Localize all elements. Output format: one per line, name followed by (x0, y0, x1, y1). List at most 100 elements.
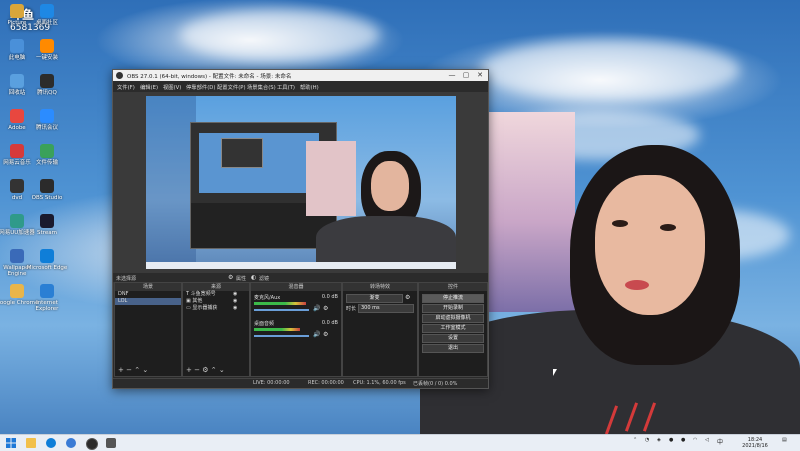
no-source-label: 未选择源 (116, 276, 137, 282)
remove-icon[interactable]: − (126, 366, 132, 374)
start-recording-button[interactable]: 开始录制 (422, 304, 484, 313)
obs-titlebar[interactable]: OBS 27.0.1 (64-bit, windows) - 配置文件: 未命名… (113, 70, 488, 81)
source-controls: + − ⚙ ⌃ ⌄ (186, 366, 225, 374)
notification-icon[interactable]: ▤ (782, 437, 787, 443)
duration-label: 时长 (346, 306, 357, 312)
app-icon (40, 284, 54, 298)
network-icon[interactable]: ◔ (645, 437, 649, 443)
menu-help[interactable]: 帮助(H) (300, 83, 319, 91)
menu-scene-collection[interactable]: 场景集合(S) (247, 83, 276, 91)
chevron-up-icon[interactable]: ⌃ (134, 366, 140, 374)
app-icon (10, 74, 24, 88)
obs-taskbar-icon[interactable] (86, 438, 98, 450)
desktop-icon[interactable]: Stream (25, 214, 69, 236)
gear-icon[interactable]: ⚙ (323, 305, 328, 312)
properties-button[interactable]: 属性 (236, 275, 246, 282)
chevron-down-icon[interactable]: ⌄ (142, 366, 148, 374)
add-icon[interactable]: + (118, 366, 124, 374)
obs-window[interactable]: OBS 27.0.1 (64-bit, windows) - 配置文件: 未命名… (112, 69, 489, 389)
source-toolbar: 未选择源 ⚙ 属性 ◐ 滤镜 (113, 273, 488, 282)
desktop-audio-meter (254, 328, 301, 331)
app-icon[interactable] (66, 438, 76, 448)
app-icon (10, 284, 24, 298)
menu-tools[interactable]: 工具(T) (277, 83, 295, 91)
speaker-icon[interactable]: 🔊 (313, 305, 320, 312)
source-item[interactable]: ▭ 显示器捕获 ◉ (183, 305, 249, 312)
desktop-icon[interactable]: 桌面社区 (25, 4, 69, 26)
app-icon (40, 249, 54, 263)
maximize-button[interactable]: ▢ (460, 71, 472, 79)
settings-button[interactable]: 设置 (422, 334, 484, 343)
app-tray-icon[interactable]: ● (681, 437, 685, 443)
wifi-icon[interactable]: ◠ (693, 437, 697, 443)
menu-profile[interactable]: 配置文件(P) (217, 83, 246, 91)
source-item[interactable]: ▣ 其他 ◉ (183, 298, 249, 305)
desktop-audio-db: 0.0 dB (321, 320, 338, 326)
clock[interactable]: 18:24 2021/8/16 (735, 437, 775, 449)
filters-button[interactable]: 滤镜 (259, 275, 269, 282)
mouse-cursor (553, 369, 557, 376)
menu-docks[interactable]: 停靠部件(D) (186, 83, 215, 91)
scene-item-selected[interactable]: LOL (115, 298, 181, 305)
gear-icon[interactable]: ⚙ (405, 294, 410, 301)
scenes-dock: 场景 DNF LOL + − ⌃ ⌄ (114, 282, 182, 377)
remove-icon[interactable]: − (194, 366, 200, 374)
filter-icon[interactable]: ◐ (251, 274, 256, 281)
desktop-icon[interactable]: 一键安装 (25, 39, 69, 61)
sources-dock: 来源 T 斗鱼宽频号 ◉ ▣ 其他 ◉ ▭ 显示器捕获 ◉ + − ⚙ ⌃ ⌄ (182, 282, 250, 377)
eye-icon[interactable]: ◉ (233, 305, 237, 312)
desktop-icon[interactable]: 腾讯QQ (25, 74, 69, 96)
scene-item[interactable]: DNF (115, 291, 181, 298)
gear-icon[interactable]: ⚙ (323, 331, 328, 338)
chevron-down-icon[interactable]: ⌄ (219, 366, 225, 374)
close-button[interactable]: ✕ (474, 71, 486, 79)
desktop-icon[interactable]: 腾讯会议 (25, 109, 69, 131)
studio-mode-button[interactable]: 工作室模式 (422, 324, 484, 333)
file-explorer-icon[interactable] (26, 438, 36, 448)
rec-status: REC: 00:00:00 (308, 380, 344, 386)
obs-title: OBS 27.0.1 (64-bit, windows) - 配置文件: 未命名… (127, 74, 292, 80)
virtual-camera-button[interactable]: 启动虚拟摄像机 (422, 314, 484, 323)
desktop-audio-label: 桌面音频 (254, 321, 275, 327)
eye-icon[interactable]: ◉ (233, 298, 237, 305)
duration-input[interactable]: 300 ms (358, 304, 414, 313)
eye-icon[interactable]: ◉ (233, 291, 237, 298)
app-tray-icon[interactable]: ● (669, 437, 673, 443)
edge-icon[interactable] (46, 438, 56, 448)
chevron-up-icon[interactable]: ⌃ (211, 366, 217, 374)
chevron-up-icon[interactable]: ⌃ (633, 437, 637, 443)
windows-start-icon[interactable] (6, 438, 16, 448)
app-icon (40, 39, 54, 53)
speaker-icon[interactable]: 🔊 (313, 331, 320, 338)
app-icon (40, 144, 54, 158)
app-icon (40, 4, 54, 18)
taskbar: ⌃ ◔ ◈ ● ● ◠ ◁ 中 18:24 2021/8/16 ▤ (0, 434, 800, 451)
exit-button[interactable]: 退出 (422, 344, 484, 353)
desktop-icon[interactable]: Internet Explorer (25, 284, 69, 312)
transition-select[interactable]: 渐变 (346, 294, 403, 303)
desktop-icon[interactable]: OBS Studio (25, 179, 69, 201)
desktop-icon[interactable]: 文件传输 (25, 144, 69, 166)
app-icon[interactable] (106, 438, 116, 448)
menu-edit[interactable]: 编辑(E) (140, 83, 158, 91)
source-item[interactable]: T 斗鱼宽频号 ◉ (183, 291, 249, 298)
volume-icon[interactable]: ◁ (705, 437, 709, 443)
add-icon[interactable]: + (186, 366, 192, 374)
desktop-icon-label: Adobe (8, 125, 26, 131)
desktop-volume-slider[interactable] (254, 335, 309, 337)
desktop-icon-label: 腾讯QQ (37, 90, 57, 96)
desktop-icon[interactable]: Microsoft Edge (25, 249, 69, 271)
desktop: 斗鱼 6581369 Picture桌面社区此电脑一键安装回收站腾讯QQAdob… (0, 0, 800, 434)
controls-header: 控件 (419, 283, 487, 291)
menu-file[interactable]: 文件(F) (117, 83, 135, 91)
app-icon (10, 144, 24, 158)
gear-icon[interactable]: ⚙ (228, 274, 233, 281)
mic-volume-slider[interactable] (254, 309, 309, 311)
menu-view[interactable]: 视图(V) (163, 83, 181, 91)
minimize-button[interactable]: — (446, 71, 458, 79)
gear-icon[interactable]: ⚙ (202, 366, 208, 374)
ime-indicator[interactable]: 中 (717, 437, 723, 446)
security-icon[interactable]: ◈ (657, 437, 661, 443)
dropped-frames: 已丢帧(0 / 0) 0.0% (413, 381, 458, 387)
stop-streaming-button[interactable]: 停止推流 (422, 294, 484, 303)
